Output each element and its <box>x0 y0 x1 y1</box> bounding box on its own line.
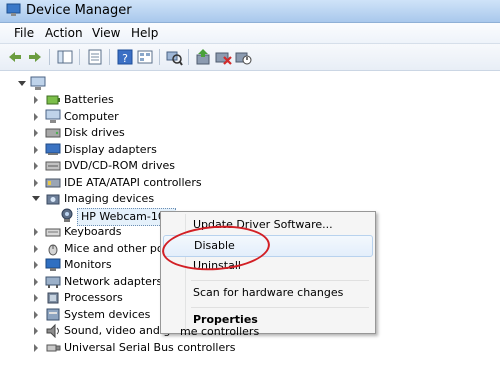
back-icon[interactable] <box>6 48 24 66</box>
computer-icon <box>45 109 61 123</box>
tree-item-label: Monitors <box>64 258 112 271</box>
system-device-icon <box>46 308 60 320</box>
toolbar-separator <box>79 49 80 65</box>
tree-item[interactable]: Universal Serial Bus controllers <box>33 340 333 356</box>
window-title: Device Manager <box>26 3 132 18</box>
tree-item-label: System devices <box>64 307 151 321</box>
update-driver-icon[interactable] <box>194 48 212 66</box>
help-icon[interactable]: ? <box>116 48 134 66</box>
processor-icon <box>47 292 59 304</box>
computer-icon <box>30 76 46 90</box>
tree-item-label: Batteries <box>64 93 114 106</box>
display-adapter-icon <box>45 143 61 155</box>
expand-arrow-icon[interactable] <box>34 343 38 352</box>
expand-arrow-icon[interactable] <box>34 261 38 269</box>
expand-arrow-icon[interactable] <box>34 244 38 253</box>
tree-item[interactable]: DVD/CD-ROM drives <box>33 158 333 174</box>
usb-icon <box>46 344 61 351</box>
expand-arrow-icon[interactable] <box>34 178 38 187</box>
tree-item[interactable]: IDE ATA/ATAPI controllers <box>33 175 333 191</box>
optical-drive-icon <box>45 161 61 171</box>
tree-item-label: IDE ATA/ATAPI controllers <box>64 175 202 189</box>
properties-icon[interactable] <box>86 48 104 66</box>
toolbar-separator <box>159 49 160 65</box>
tree-item-label: Mice and other poi <box>64 241 167 255</box>
uninstall-icon[interactable] <box>214 48 232 66</box>
expand-arrow-icon[interactable] <box>34 294 38 302</box>
menu-scan-hardware[interactable]: Scan for hardware changes <box>163 283 371 303</box>
toolbar: ? <box>0 44 500 71</box>
menu-action[interactable]: Action <box>45 26 83 40</box>
toolbar-separator <box>188 49 189 65</box>
toolbar-separator <box>49 49 50 65</box>
expand-arrow-icon[interactable] <box>34 145 38 154</box>
expand-arrow-icon[interactable] <box>34 96 38 104</box>
network-adapter-icon <box>45 276 61 288</box>
scan-hardware-icon[interactable] <box>165 48 183 66</box>
show-hide-console-tree-icon[interactable] <box>56 48 74 66</box>
device-manager-icon <box>6 3 21 16</box>
tree-item-label: Display adapters <box>64 142 157 156</box>
tree-item[interactable]: Imaging devices <box>32 191 333 207</box>
title-bar: Device Manager <box>0 0 500 23</box>
tree-item[interactable]: Batteries <box>33 92 333 108</box>
tree-label-continuation: me controllers <box>180 325 260 338</box>
svg-text:?: ? <box>122 52 128 65</box>
menu-separator <box>191 307 369 308</box>
tree-item[interactable]: Computer <box>33 109 333 125</box>
tree-root[interactable] <box>18 76 58 92</box>
tree-item-label: Imaging devices <box>64 192 155 205</box>
expand-arrow-icon[interactable] <box>34 162 38 170</box>
view-icon[interactable] <box>136 48 154 66</box>
collapse-arrow-icon[interactable] <box>18 81 26 86</box>
expand-arrow-icon[interactable] <box>34 327 38 335</box>
expand-arrow-icon[interactable] <box>34 129 38 137</box>
tree-item-label: DVD/CD-ROM drives <box>64 159 175 172</box>
menu-separator <box>191 280 369 281</box>
tree-item-label: Processors <box>64 291 123 304</box>
keyboard-icon <box>45 228 61 237</box>
tree-item-label: Universal Serial Bus controllers <box>64 340 236 354</box>
expand-arrow-icon[interactable] <box>34 277 38 286</box>
tree-item[interactable]: Display adapters <box>33 142 333 158</box>
disk-drive-icon <box>45 128 61 138</box>
tree-item-label: Keyboards <box>64 225 122 238</box>
mouse-icon <box>48 244 58 255</box>
battery-icon <box>46 95 60 105</box>
menu-file[interactable]: File <box>14 26 34 40</box>
expand-arrow-icon[interactable] <box>34 310 38 319</box>
menu-help[interactable]: Help <box>131 26 158 40</box>
tree-item[interactable]: Disk drives <box>33 125 333 141</box>
disable-device-icon[interactable] <box>234 48 252 66</box>
tree-item-label: Network adapters <box>64 274 163 288</box>
forward-icon[interactable] <box>26 48 44 66</box>
expand-arrow-icon[interactable] <box>34 228 38 236</box>
tree-item-label: Computer <box>64 109 119 123</box>
collapse-arrow-icon[interactable] <box>32 196 40 201</box>
camera-icon <box>46 194 60 205</box>
toolbar-separator <box>109 49 110 65</box>
webcam-icon <box>61 208 73 222</box>
menu-view[interactable]: View <box>92 26 120 40</box>
controller-icon <box>45 178 61 187</box>
expand-arrow-icon[interactable] <box>34 112 38 121</box>
menu-bar: File Action View Help <box>0 23 500 44</box>
tree-item-label: Disk drives <box>64 126 125 139</box>
monitor-icon <box>45 258 61 271</box>
sound-icon <box>46 323 59 338</box>
